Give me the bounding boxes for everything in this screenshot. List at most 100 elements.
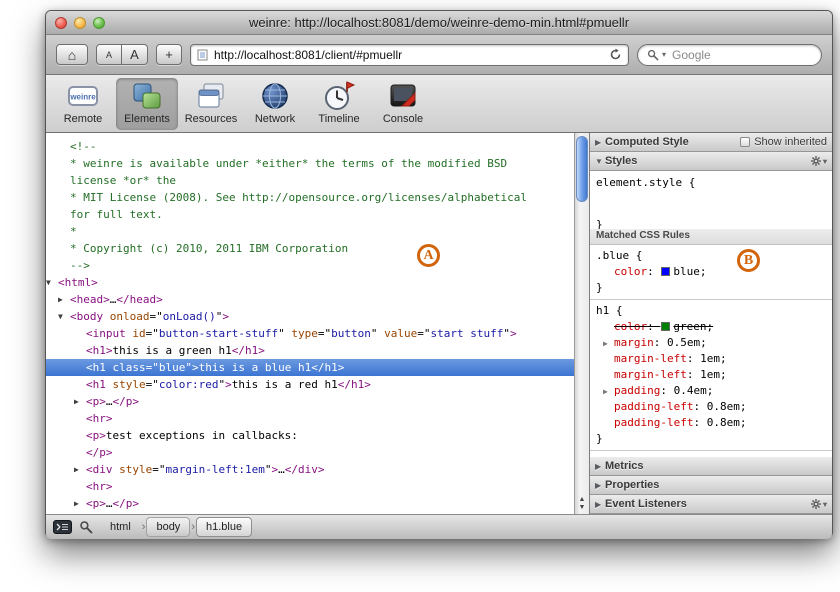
scroll-down-icon[interactable]: ▼ xyxy=(575,504,589,512)
collapse-icon[interactable]: ▼ xyxy=(58,308,70,325)
color-swatch xyxy=(661,267,670,276)
vertical-scrollbar[interactable]: ▲ ▼ xyxy=(574,133,589,514)
disclosure-closed-icon: ▶ xyxy=(595,481,605,490)
scroll-up-icon[interactable]: ▲ xyxy=(575,496,589,504)
css-property[interactable]: color: blue; xyxy=(596,264,826,280)
expand-icon[interactable]: ▶ xyxy=(74,393,86,410)
code-token: * xyxy=(70,225,77,238)
expand-icon[interactable]: ▶ xyxy=(58,291,70,308)
dom-tree-line[interactable]: <hr> xyxy=(46,478,574,495)
code-token: color:red xyxy=(159,378,219,391)
dom-tree-line-selected[interactable]: <h1 class="blue">this is a blue h1</h1> xyxy=(46,359,574,376)
metrics-header[interactable]: ▶ Metrics xyxy=(590,457,832,476)
dom-tree-line[interactable]: <hr> xyxy=(46,410,574,427)
reload-icon[interactable] xyxy=(609,48,622,61)
css-property[interactable]: padding-left: 0.8em; xyxy=(596,399,826,415)
dom-tree-line[interactable]: ▶<div style="margin-left:1em">…</div> xyxy=(46,461,574,478)
new-tab-button[interactable]: + xyxy=(156,44,182,65)
toolbar-button-timeline[interactable]: Timeline xyxy=(308,78,370,130)
dom-tree-line[interactable]: ▶<p>…</p> xyxy=(46,495,574,512)
scrollbar-thumb[interactable] xyxy=(576,136,588,202)
css-property[interactable]: margin-left: 1em; xyxy=(596,367,826,383)
css-property[interactable]: color: green; xyxy=(596,319,826,335)
breadcrumb-separator-icon: › xyxy=(191,521,195,533)
elements-icon xyxy=(131,80,163,112)
increase-font-button[interactable]: A xyxy=(122,44,148,65)
dom-tree-line[interactable]: <p>test exceptions in callbacks: xyxy=(46,427,574,444)
minimize-window-button[interactable] xyxy=(74,17,86,29)
css-property[interactable]: ▶padding: 0.4em; xyxy=(596,383,826,399)
dom-tree-line[interactable]: for full text. xyxy=(46,206,574,223)
scrollbar-arrows[interactable]: ▲ ▼ xyxy=(575,496,589,512)
dom-tree-line[interactable]: license *or* the xyxy=(46,172,574,189)
breadcrumb: html › body › h1.blue xyxy=(100,517,252,537)
expand-icon[interactable]: ▶ xyxy=(603,336,608,352)
toolbar-button-remote[interactable]: weinre Remote xyxy=(52,78,114,130)
computed-style-header[interactable]: ▶ Computed Style Show inherited xyxy=(590,133,832,152)
dom-tree-line[interactable]: <input id="button-start-stuff" type="but… xyxy=(46,325,574,342)
dom-tree-line[interactable]: ▼<html> xyxy=(46,274,574,291)
event-listeners-header[interactable]: ▶ Event Listeners ▾ xyxy=(590,495,832,514)
css-property[interactable]: ▶margin: 0.5em; xyxy=(596,335,826,351)
dom-tree-line[interactable]: </p> xyxy=(46,444,574,461)
weinre-badge-text: weinre xyxy=(69,93,96,102)
properties-title: Properties xyxy=(605,479,659,491)
properties-header[interactable]: ▶ Properties xyxy=(590,476,832,495)
address-bar[interactable]: http://localhost:8081/client/#pmuellr xyxy=(190,44,629,66)
code-token: * Copyright (c) 2010, 2011 IBM Corporati… xyxy=(70,242,348,255)
show-inherited-checkbox[interactable] xyxy=(740,137,750,147)
expand-icon[interactable]: ▶ xyxy=(74,495,86,512)
breadcrumb-item-html[interactable]: html xyxy=(100,517,141,537)
dom-tree-line[interactable]: ▶<head>…</head> xyxy=(46,291,574,308)
code-token: … xyxy=(278,463,285,476)
page-favicon-icon xyxy=(197,49,208,61)
collapse-icon[interactable]: ▼ xyxy=(46,274,58,291)
title-bar[interactable]: weinre: http://localhost:8081/demo/weinr… xyxy=(46,11,832,35)
breadcrumb-item-body[interactable]: body xyxy=(146,517,190,537)
dom-tree-line[interactable]: * Copyright (c) 2010, 2011 IBM Corporati… xyxy=(46,240,574,257)
dom-tree-line[interactable]: * MIT License (2008). See http://opensou… xyxy=(46,189,574,206)
css-property-name: color xyxy=(614,320,647,333)
toolbar-button-label: Elements xyxy=(124,113,170,125)
css-property-name: padding-left xyxy=(614,416,693,429)
toolbar-button-console[interactable]: Console xyxy=(372,78,434,130)
dom-tree-line[interactable]: <!-- xyxy=(46,138,574,155)
decrease-font-button[interactable]: A xyxy=(96,44,122,65)
inspector-toolbar: weinre Remote Elements Resources Network xyxy=(46,75,832,133)
dom-tree-line[interactable]: ▼<body onload="onLoad()"> xyxy=(46,308,574,325)
toolbar-button-elements[interactable]: Elements xyxy=(116,78,178,130)
event-listeners-title: Event Listeners xyxy=(605,498,687,510)
styles-header[interactable]: ▼ Styles ▾ xyxy=(590,152,832,171)
home-button[interactable]: ⌂ xyxy=(56,44,88,65)
code-token: onLoad() xyxy=(163,310,216,323)
node-search-button[interactable] xyxy=(79,520,93,534)
toolbar-button-resources[interactable]: Resources xyxy=(180,78,242,130)
code-token: > xyxy=(225,378,232,391)
search-field[interactable]: ▾ Google xyxy=(637,44,822,66)
search-engine-chevron-icon[interactable]: ▾ xyxy=(662,50,666,59)
expand-icon[interactable]: ▶ xyxy=(603,384,608,400)
code-token: start stuff xyxy=(430,327,503,340)
toolbar-button-network[interactable]: Network xyxy=(244,78,306,130)
element-style-rule[interactable]: element.style { } xyxy=(590,171,832,229)
dom-tree-line[interactable]: <h1 style="color:red">this is a red h1</… xyxy=(46,376,574,393)
breadcrumb-item-h1-blue[interactable]: h1.blue xyxy=(196,517,252,537)
dom-tree-line[interactable]: * xyxy=(46,223,574,240)
zoom-window-button[interactable] xyxy=(93,17,105,29)
dom-tree-line[interactable]: * weinre is available under *either* the… xyxy=(46,155,574,172)
close-window-button[interactable] xyxy=(55,17,67,29)
styles-gear-menu[interactable]: ▾ xyxy=(811,156,827,166)
dom-tree-line[interactable]: <h1>this is a green h1</h1> xyxy=(46,342,574,359)
css-property-value: 0.8em; xyxy=(707,416,747,429)
css-property[interactable]: padding-left: 0.8em; xyxy=(596,415,826,431)
dom-tree-line[interactable]: ▶<p>…</p> xyxy=(46,393,574,410)
css-property[interactable]: margin-left: 1em; xyxy=(596,351,826,367)
dom-tree-line[interactable]: --> xyxy=(46,257,574,274)
dom-tree[interactable]: <!--* weinre is available under *either*… xyxy=(46,133,574,514)
css-property-name: padding-left xyxy=(614,400,693,413)
event-listeners-gear-menu[interactable]: ▾ xyxy=(811,499,827,509)
expand-icon[interactable]: ▶ xyxy=(74,461,86,478)
console-toggle-button[interactable] xyxy=(53,520,72,534)
css-property-name: padding xyxy=(614,384,660,397)
code-token: <p> xyxy=(86,497,106,510)
